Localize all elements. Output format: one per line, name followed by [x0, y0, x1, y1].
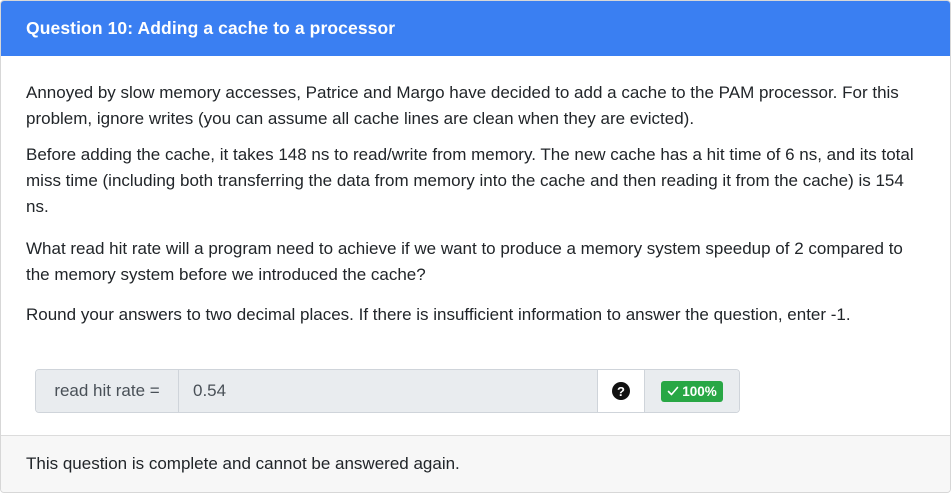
question-paragraph-intro: Annoyed by slow memory accesses, Patrice… [26, 83, 899, 128]
question-paragraph-prompt: What read hit rate will a program need t… [26, 239, 903, 284]
question-circle-icon: ? [612, 382, 630, 400]
read-hit-rate-input[interactable] [179, 370, 598, 412]
question-header: Question 10: Adding a cache to a process… [1, 1, 950, 56]
help-button[interactable]: ? [598, 370, 645, 412]
question-title: Question 10: Adding a cache to a process… [26, 18, 396, 38]
score-text: 100% [682, 383, 717, 399]
question-card: Question 10: Adding a cache to a process… [0, 0, 951, 493]
completion-message: This question is complete and cannot be … [26, 454, 460, 473]
question-body: Annoyed by slow memory accesses, Patrice… [1, 56, 950, 328]
answer-input-group: read hit rate = ? 100% [35, 369, 740, 413]
check-icon [667, 386, 679, 396]
answer-label: read hit rate = [36, 370, 179, 412]
question-paragraph-timing: Before adding the cache, it takes 148 ns… [26, 145, 914, 216]
question-footer: This question is complete and cannot be … [1, 435, 950, 492]
score-container: 100% [645, 370, 739, 412]
question-paragraph-instructions: Round your answers to two decimal places… [26, 305, 851, 324]
score-badge: 100% [661, 380, 723, 402]
